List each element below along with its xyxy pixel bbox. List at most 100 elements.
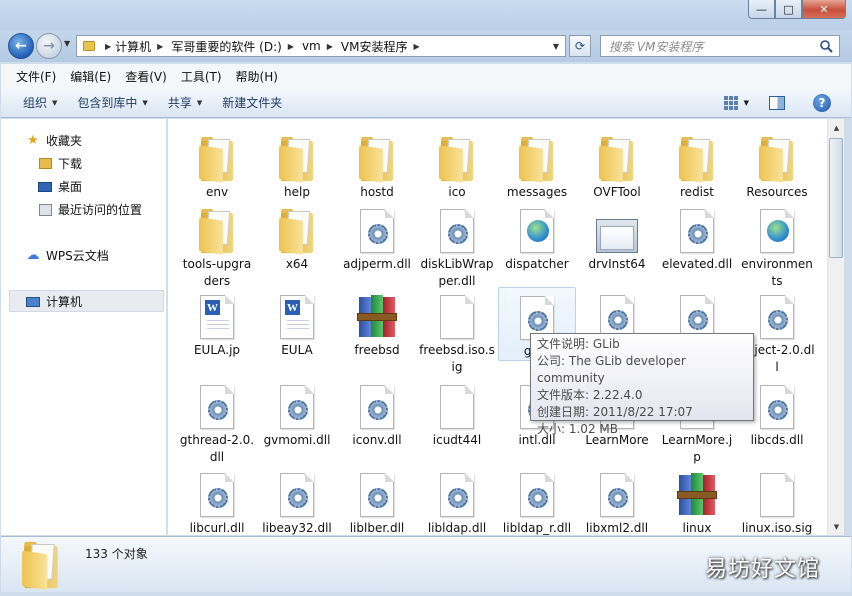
file-item[interactable]: W EULA [258, 287, 336, 359]
help-icon[interactable]: ? [813, 94, 831, 112]
file-name: ico [448, 185, 466, 199]
file-item[interactable]: tools-upgraders [178, 201, 256, 290]
nav-desktop[interactable]: 桌面 [37, 178, 82, 195]
folder-icon [514, 129, 560, 183]
recent-pages-dropdown[interactable]: ▼ [64, 39, 70, 48]
nav-recent-places[interactable]: 最近访问的位置 [37, 201, 142, 218]
file-item[interactable]: linux [658, 465, 736, 535]
file-item[interactable]: libcurl.dll [178, 465, 256, 535]
tooltip-size: 大小: 1.02 MB [537, 422, 618, 436]
menu-file[interactable]: 文件(F) [9, 68, 63, 85]
file-item[interactable]: redist [658, 129, 736, 201]
file-item[interactable]: drvInst64 [578, 201, 656, 273]
share-button[interactable]: 共享 ▼ [160, 94, 214, 111]
file-item[interactable]: dispatcher [498, 201, 576, 273]
file-tooltip: 文件说明: GLib 公司: The GLib developer commun… [530, 333, 754, 436]
cloud-icon: ☁ [26, 248, 40, 263]
vertical-scrollbar[interactable]: ▲ ▼ [827, 119, 844, 535]
search-input[interactable]: 搜索 VM安装程序 [601, 38, 819, 55]
file-name: libldap_r.dll [502, 521, 572, 535]
file-item[interactable]: freebsd.iso.sig [418, 287, 496, 376]
file-item[interactable]: gvmomi.dll [258, 377, 336, 449]
change-view-icon[interactable] [723, 96, 740, 110]
file-item[interactable]: libldap.dll [418, 465, 496, 535]
application-icon [594, 201, 640, 253]
file-item[interactable]: libxml2.dll [578, 465, 656, 535]
winrar-archive-icon [674, 465, 720, 517]
minimize-button[interactable]: — [748, 0, 775, 19]
address-bar[interactable]: ▶ 计算机 ▶ 军哥重要的软件 (D:) ▶ vm ▶ VM安装程序 ▶ ▼ [76, 35, 566, 57]
navigation-pane: ★ 收藏夹 下载 桌面 最近访问的位置 ☁ WPS云文档 计算机 [1, 119, 167, 535]
maximize-button[interactable]: □ [775, 0, 802, 19]
blank-file-icon [434, 377, 480, 429]
close-button[interactable]: ✕ [802, 0, 846, 19]
file-item[interactable]: ico [418, 129, 496, 201]
file-name: env [205, 185, 229, 199]
file-item[interactable]: freebsd [338, 287, 416, 359]
nav-downloads[interactable]: 下载 [37, 155, 82, 172]
back-button[interactable]: ← [8, 33, 34, 59]
menu-edit[interactable]: 编辑(E) [63, 68, 118, 85]
file-item[interactable]: hostd [338, 129, 416, 201]
file-name: liblber.dll [349, 521, 405, 535]
dll-settings-icon [194, 377, 240, 429]
nav-wps-cloud[interactable]: ☁ WPS云文档 [25, 247, 109, 264]
breadcrumb-computer[interactable]: 计算机 ▶ [111, 38, 167, 55]
chevron-right-icon: ▶ [287, 41, 294, 51]
forward-button[interactable]: → [36, 33, 62, 59]
view-options-dropdown[interactable]: ▼ [744, 99, 749, 107]
breadcrumb-drive-d[interactable]: 军哥重要的软件 (D:) ▶ [167, 38, 298, 55]
file-item[interactable]: linux.iso.sig [738, 465, 816, 535]
menu-tools[interactable]: 工具(T) [174, 68, 229, 85]
nav-computer[interactable]: 计算机 [25, 293, 82, 310]
file-item[interactable]: gthread-2.0.dll [178, 377, 256, 466]
file-name: x64 [285, 257, 309, 271]
word-document-icon: W [274, 287, 320, 339]
include-in-library-button[interactable]: 包含到库中 ▼ [69, 94, 159, 111]
file-name: freebsd [354, 343, 400, 357]
file-item[interactable]: icudt44l [418, 377, 496, 449]
refresh-button[interactable]: ⟳ [569, 35, 591, 57]
breadcrumb-vm[interactable]: vm ▶ [298, 39, 337, 53]
file-item[interactable]: Resources [738, 129, 816, 201]
file-item[interactable]: elevated.dll [658, 201, 736, 273]
file-item[interactable]: liblber.dll [338, 465, 416, 535]
file-item[interactable]: env [178, 129, 256, 201]
file-item[interactable]: environments [738, 201, 816, 290]
file-item[interactable]: libldap_r.dll [498, 465, 576, 535]
file-item[interactable]: libeay32.dll [258, 465, 336, 535]
file-name: gthread-2.0.dll [179, 433, 255, 464]
file-item[interactable]: help [258, 129, 336, 201]
menu-help[interactable]: 帮助(H) [229, 68, 285, 85]
dll-settings-icon [274, 465, 320, 517]
file-item[interactable]: messages [498, 129, 576, 201]
tooltip-created: 创建日期: 2011/8/22 17:07 [537, 405, 693, 419]
file-list[interactable]: env help hostd ico messages OVFTool redist Reso… [168, 119, 827, 535]
dll-settings-icon [354, 377, 400, 429]
address-dropdown[interactable]: ▼ [553, 42, 559, 51]
search-box[interactable]: 搜索 VM安装程序 [600, 35, 840, 57]
organize-button[interactable]: 组织 ▼ [15, 94, 69, 111]
dll-settings-icon [674, 287, 720, 339]
folder-icon [194, 201, 240, 255]
preview-pane-icon[interactable] [769, 96, 785, 110]
caret-down-icon: ▼ [142, 98, 148, 107]
scroll-down-arrow-icon[interactable]: ▼ [828, 518, 845, 535]
file-item[interactable]: W EULA.jp [178, 287, 256, 359]
file-item[interactable]: OVFTool [578, 129, 656, 201]
menu-view[interactable]: 查看(V) [118, 68, 174, 85]
file-name: help [284, 185, 310, 199]
dll-settings-icon [514, 465, 560, 517]
scrollbar-thumb[interactable] [829, 138, 843, 258]
file-item[interactable]: diskLibWrapper.dll [418, 201, 496, 290]
scroll-up-arrow-icon[interactable]: ▲ [828, 119, 845, 136]
new-folder-button[interactable]: 新建文件夹 [214, 94, 294, 111]
file-item[interactable]: x64 [258, 201, 336, 273]
search-icon[interactable] [819, 39, 833, 53]
nav-favorites[interactable]: ★ 收藏夹 [25, 132, 82, 149]
dll-settings-icon [594, 465, 640, 517]
breadcrumb-vm-installer[interactable]: VM安装程序 ▶ [337, 38, 424, 55]
file-item[interactable]: adjperm.dll [338, 201, 416, 273]
dll-settings-icon [674, 201, 720, 253]
file-item[interactable]: iconv.dll [338, 377, 416, 449]
